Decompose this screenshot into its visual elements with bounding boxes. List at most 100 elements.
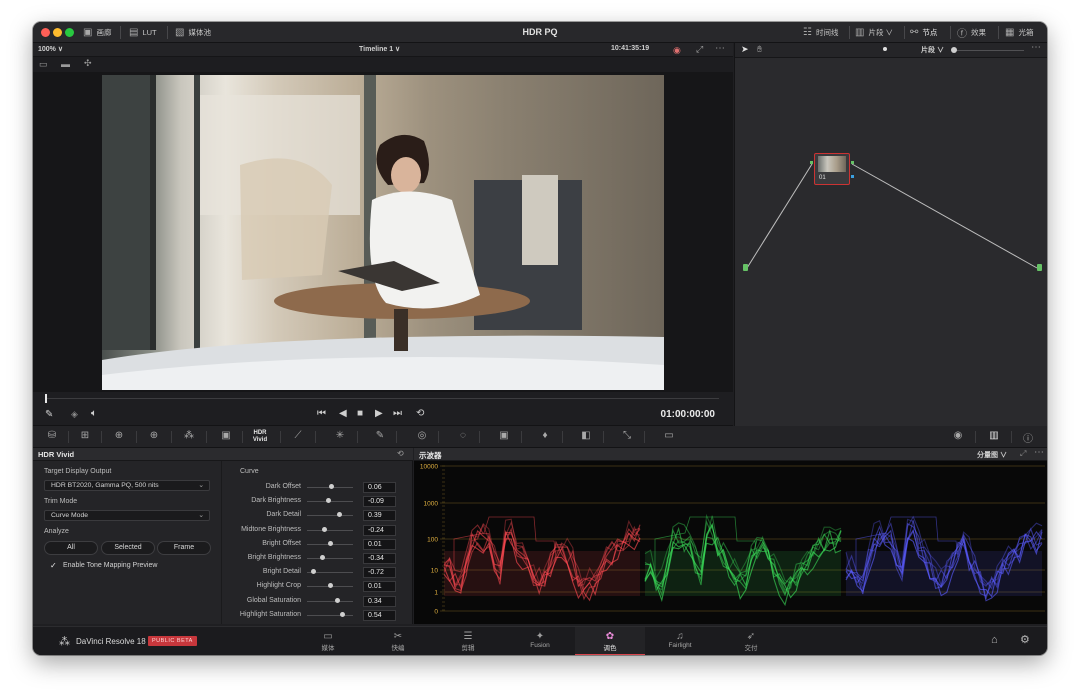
curve-param-value[interactable]: -0.34 bbox=[363, 553, 396, 564]
rgb-mixer-icon[interactable]: ⁂ bbox=[180, 430, 198, 444]
node-editor[interactable]: ➤ ✋︎ 片段 ∨ ⋯ 01 bbox=[734, 42, 1047, 426]
curve-param-value[interactable]: 0.01 bbox=[363, 581, 396, 593]
curve-param-value[interactable]: -0.72 bbox=[363, 567, 396, 579]
nodes-toggle-button[interactable]: ⚯ 节点 bbox=[910, 22, 937, 43]
curves-icon[interactable]: ⟋ bbox=[289, 430, 307, 444]
color-wheel-icon[interactable]: ◉ bbox=[673, 45, 681, 56]
motion-effects-icon[interactable]: ▣ bbox=[217, 430, 235, 444]
node-output-key[interactable] bbox=[851, 175, 854, 178]
highlight-icon[interactable]: ✣ bbox=[84, 58, 92, 69]
curve-param-slider[interactable] bbox=[307, 614, 353, 616]
timeline-dropdown[interactable]: Timeline 1 ∨ bbox=[359, 45, 400, 53]
viewer-overlay-icon[interactable]: ◉ bbox=[949, 430, 967, 444]
viewer[interactable] bbox=[33, 72, 733, 392]
go-to-end-icon[interactable]: ⏭︎ bbox=[393, 408, 402, 419]
layer-icon[interactable]: ◈ bbox=[71, 409, 78, 420]
lightbox-toggle-button[interactable]: ▦ 光箱 bbox=[1005, 22, 1033, 43]
analyze-all-button[interactable]: All bbox=[44, 541, 98, 555]
curve-param-knob[interactable] bbox=[328, 484, 334, 489]
scope-more-icon[interactable]: ⋯ bbox=[1034, 447, 1044, 458]
curve-param-value[interactable]: 0.01 bbox=[363, 538, 396, 550]
curve-param-knob[interactable] bbox=[327, 583, 333, 589]
viewer-more-icon[interactable]: ⋯ bbox=[715, 43, 725, 54]
blur-icon[interactable]: ♦ bbox=[536, 430, 554, 444]
tracker-icon[interactable]: ◌ bbox=[454, 430, 472, 444]
play-icon[interactable]: ▶ bbox=[375, 408, 383, 419]
hdr-vivid-icon[interactable]: HDR Vivid bbox=[251, 430, 269, 444]
clips-toggle-button[interactable]: ▥ 片段 ∨ bbox=[855, 22, 893, 43]
curve-param-value[interactable]: -0.09 bbox=[363, 496, 396, 508]
scope-mode-dropdown[interactable]: 分量图 ∨ bbox=[977, 450, 1007, 460]
color-warper-icon[interactable]: ✳ bbox=[331, 430, 349, 444]
color-match-icon[interactable]: ⊞ bbox=[76, 430, 94, 444]
home-icon[interactable]: ⌂ bbox=[991, 634, 998, 646]
page-tab-edit[interactable]: ☰ 剪辑 bbox=[433, 627, 503, 655]
split-viewer-icon[interactable]: ▬ bbox=[61, 59, 70, 69]
curve-param-knob[interactable] bbox=[310, 569, 316, 575]
single-viewer-icon[interactable]: ▭ bbox=[39, 59, 48, 70]
output-port[interactable] bbox=[1037, 264, 1042, 271]
curve-param-name: Midtone Brightness bbox=[241, 525, 301, 533]
stop-icon[interactable]: ■ bbox=[357, 408, 363, 419]
tone-mapping-checkbox[interactable]: ✓ bbox=[50, 561, 57, 570]
node-input-rgb[interactable] bbox=[810, 161, 813, 164]
page-tab-deliver[interactable]: ➶ 交付 bbox=[716, 627, 786, 655]
reset-icon[interactable]: ⟲ bbox=[397, 449, 404, 458]
curve-param-knob[interactable] bbox=[321, 526, 327, 532]
magic-mask-icon[interactable]: ▣ bbox=[495, 430, 513, 444]
curve-param-value[interactable]: 0.06 bbox=[363, 482, 396, 493]
eyedropper-icon[interactable]: ✎ bbox=[45, 409, 53, 420]
curve-param-slider[interactable] bbox=[307, 515, 353, 517]
3d-icon[interactable]: ▭ bbox=[660, 430, 678, 444]
page-tab-cut[interactable]: ✂ 快编 bbox=[363, 627, 433, 655]
play-reverse-icon[interactable]: ◀ bbox=[339, 408, 347, 419]
key-icon[interactable]: ◧ bbox=[577, 430, 595, 444]
curve-param-knob[interactable] bbox=[327, 540, 333, 546]
color-wheels-icon[interactable]: ⊕ bbox=[110, 430, 128, 444]
analyze-selected-button[interactable]: Selected bbox=[101, 541, 155, 555]
qualifier-icon[interactable]: ✎ bbox=[371, 430, 389, 444]
analyze-frame-button[interactable]: Frame bbox=[157, 541, 211, 555]
curve-param-value[interactable]: -0.24 bbox=[363, 524, 396, 536]
curve-param-value[interactable]: 0.39 bbox=[363, 510, 396, 522]
curve-param-value[interactable]: 0.34 bbox=[363, 595, 396, 607]
scopes-icon[interactable]: ▥ bbox=[985, 430, 1003, 444]
curve-param-knob[interactable] bbox=[325, 498, 331, 504]
effects-toggle-button[interactable]: ⓕ 效果 bbox=[957, 22, 986, 43]
trim-mode-dropdown[interactable]: Curve Mode ⌄ bbox=[44, 510, 210, 521]
hdr-wheels-icon[interactable]: ⊕ bbox=[145, 430, 163, 444]
source-input-port[interactable] bbox=[743, 264, 748, 271]
curve-param-slider[interactable] bbox=[307, 529, 353, 531]
window-icon[interactable]: ◎ bbox=[413, 430, 431, 444]
curve-param-slider[interactable] bbox=[307, 600, 353, 602]
go-to-start-icon[interactable]: ⏮︎ bbox=[317, 408, 326, 419]
page-tab-color[interactable]: ✿ 调色 bbox=[575, 627, 645, 655]
page-tab-fusion[interactable]: ✦ Fusion bbox=[505, 627, 575, 655]
curve-param-value[interactable]: 0.54 bbox=[363, 609, 396, 621]
page-tab-media[interactable]: ▭ 媒体 bbox=[293, 627, 363, 655]
node-output-rgb[interactable] bbox=[851, 161, 854, 164]
zoom-dropdown[interactable]: 100% ∨ bbox=[38, 45, 63, 53]
scrubber-bar[interactable] bbox=[33, 392, 733, 404]
curve-param-knob[interactable] bbox=[319, 555, 325, 560]
timeline-toggle-button[interactable]: ☷ 时间线 bbox=[803, 22, 838, 43]
audio-icon[interactable]: 🔈︎ bbox=[91, 408, 97, 419]
curve-param-knob[interactable] bbox=[336, 512, 342, 518]
curve-param-knob[interactable] bbox=[339, 611, 345, 617]
fullscreen-icon[interactable]: ⤢ bbox=[696, 44, 703, 55]
page-tab-fairlight[interactable]: ♫ Fairlight bbox=[645, 627, 715, 655]
scope-settings-icon[interactable]: ⤢ bbox=[1020, 449, 1026, 459]
curve-param-slider[interactable] bbox=[307, 558, 353, 559]
target-display-dropdown[interactable]: HDR BT2020, Gamma PQ, 500 nits ⌄ bbox=[44, 480, 210, 491]
media-pool-button[interactable]: ▧ 媒体池 bbox=[175, 22, 211, 43]
lut-button[interactable]: ▤ LUT bbox=[129, 22, 157, 43]
camera-raw-icon[interactable]: ⛁ bbox=[43, 430, 61, 444]
sizing-icon[interactable]: ⤡ bbox=[618, 430, 636, 444]
curve-param-knob[interactable] bbox=[335, 597, 341, 603]
gallery-button[interactable]: ▣ 画廊 bbox=[83, 22, 111, 43]
settings-gear-icon[interactable]: ⚙ bbox=[1020, 633, 1030, 646]
loop-icon[interactable]: ⟲ bbox=[416, 408, 424, 419]
playhead[interactable] bbox=[45, 394, 47, 403]
info-icon[interactable]: ⓘ bbox=[1019, 430, 1037, 445]
serial-node-01[interactable]: 01 bbox=[814, 153, 850, 185]
